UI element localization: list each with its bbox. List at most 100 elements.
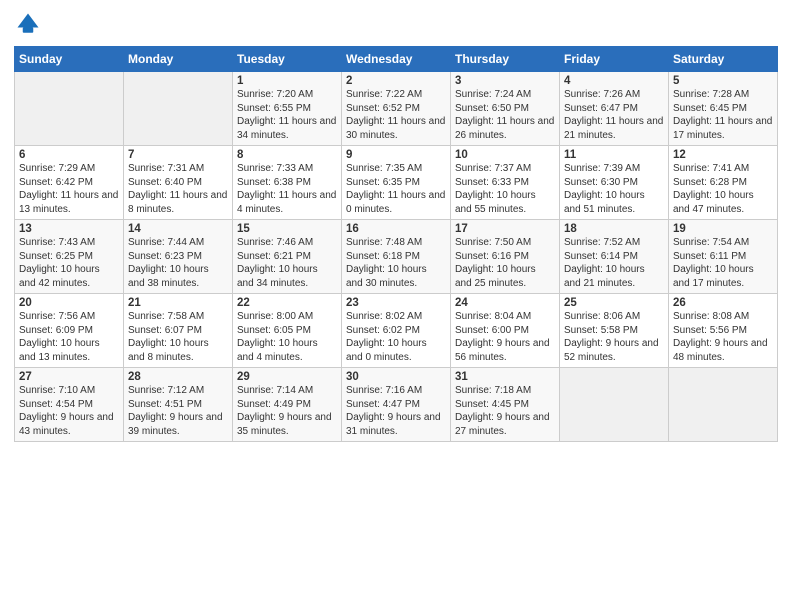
day-info: Sunrise: 7:24 AM Sunset: 6:50 PM Dayligh… — [455, 88, 555, 142]
day-info: Sunrise: 7:43 AM Sunset: 6:25 PM Dayligh… — [19, 236, 119, 290]
calendar-day-cell: 29Sunrise: 7:14 AM Sunset: 4:49 PM Dayli… — [233, 368, 342, 442]
day-info: Sunrise: 8:06 AM Sunset: 5:58 PM Dayligh… — [564, 310, 664, 364]
day-number: 25 — [564, 297, 664, 309]
day-number: 26 — [673, 297, 773, 309]
calendar-week-row: 1Sunrise: 7:20 AM Sunset: 6:55 PM Daylig… — [15, 72, 778, 146]
calendar-day-cell: 24Sunrise: 8:04 AM Sunset: 6:00 PM Dayli… — [451, 294, 560, 368]
calendar-day-cell — [669, 368, 778, 442]
day-number: 20 — [19, 297, 119, 309]
calendar-day-cell — [15, 72, 124, 146]
day-number: 7 — [128, 149, 228, 161]
day-info: Sunrise: 7:48 AM Sunset: 6:18 PM Dayligh… — [346, 236, 446, 290]
day-info: Sunrise: 7:58 AM Sunset: 6:07 PM Dayligh… — [128, 310, 228, 364]
day-number: 4 — [564, 75, 664, 87]
day-info: Sunrise: 7:54 AM Sunset: 6:11 PM Dayligh… — [673, 236, 773, 290]
day-info: Sunrise: 7:44 AM Sunset: 6:23 PM Dayligh… — [128, 236, 228, 290]
day-info: Sunrise: 7:31 AM Sunset: 6:40 PM Dayligh… — [128, 162, 228, 216]
day-number: 31 — [455, 371, 555, 383]
calendar-day-cell — [560, 368, 669, 442]
calendar-day-cell: 18Sunrise: 7:52 AM Sunset: 6:14 PM Dayli… — [560, 220, 669, 294]
day-number: 30 — [346, 371, 446, 383]
day-info: Sunrise: 7:39 AM Sunset: 6:30 PM Dayligh… — [564, 162, 664, 216]
day-info: Sunrise: 7:56 AM Sunset: 6:09 PM Dayligh… — [19, 310, 119, 364]
calendar-day-cell: 14Sunrise: 7:44 AM Sunset: 6:23 PM Dayli… — [124, 220, 233, 294]
calendar-week-row: 13Sunrise: 7:43 AM Sunset: 6:25 PM Dayli… — [15, 220, 778, 294]
calendar-day-header: Wednesday — [342, 47, 451, 72]
calendar-day-header: Tuesday — [233, 47, 342, 72]
day-number: 29 — [237, 371, 337, 383]
calendar-day-cell: 15Sunrise: 7:46 AM Sunset: 6:21 PM Dayli… — [233, 220, 342, 294]
calendar-day-cell: 9Sunrise: 7:35 AM Sunset: 6:35 PM Daylig… — [342, 146, 451, 220]
day-info: Sunrise: 7:28 AM Sunset: 6:45 PM Dayligh… — [673, 88, 773, 142]
calendar-day-cell: 2Sunrise: 7:22 AM Sunset: 6:52 PM Daylig… — [342, 72, 451, 146]
calendar-day-header: Saturday — [669, 47, 778, 72]
day-number: 3 — [455, 75, 555, 87]
calendar-day-cell: 6Sunrise: 7:29 AM Sunset: 6:42 PM Daylig… — [15, 146, 124, 220]
day-number: 15 — [237, 223, 337, 235]
page-header — [14, 10, 778, 38]
calendar-day-cell: 20Sunrise: 7:56 AM Sunset: 6:09 PM Dayli… — [15, 294, 124, 368]
day-info: Sunrise: 8:02 AM Sunset: 6:02 PM Dayligh… — [346, 310, 446, 364]
day-info: Sunrise: 7:12 AM Sunset: 4:51 PM Dayligh… — [128, 384, 228, 438]
calendar-day-cell: 12Sunrise: 7:41 AM Sunset: 6:28 PM Dayli… — [669, 146, 778, 220]
calendar-day-cell: 31Sunrise: 7:18 AM Sunset: 4:45 PM Dayli… — [451, 368, 560, 442]
logo — [14, 10, 46, 38]
day-number: 11 — [564, 149, 664, 161]
day-number: 23 — [346, 297, 446, 309]
day-number: 21 — [128, 297, 228, 309]
day-number: 24 — [455, 297, 555, 309]
day-number: 13 — [19, 223, 119, 235]
day-info: Sunrise: 7:46 AM Sunset: 6:21 PM Dayligh… — [237, 236, 337, 290]
day-number: 9 — [346, 149, 446, 161]
day-info: Sunrise: 7:14 AM Sunset: 4:49 PM Dayligh… — [237, 384, 337, 438]
calendar-day-cell: 23Sunrise: 8:02 AM Sunset: 6:02 PM Dayli… — [342, 294, 451, 368]
day-info: Sunrise: 7:22 AM Sunset: 6:52 PM Dayligh… — [346, 88, 446, 142]
day-info: Sunrise: 7:16 AM Sunset: 4:47 PM Dayligh… — [346, 384, 446, 438]
day-info: Sunrise: 7:35 AM Sunset: 6:35 PM Dayligh… — [346, 162, 446, 216]
calendar-day-cell: 25Sunrise: 8:06 AM Sunset: 5:58 PM Dayli… — [560, 294, 669, 368]
calendar-day-cell: 22Sunrise: 8:00 AM Sunset: 6:05 PM Dayli… — [233, 294, 342, 368]
day-number: 22 — [237, 297, 337, 309]
calendar-day-header: Monday — [124, 47, 233, 72]
day-info: Sunrise: 7:20 AM Sunset: 6:55 PM Dayligh… — [237, 88, 337, 142]
day-info: Sunrise: 8:00 AM Sunset: 6:05 PM Dayligh… — [237, 310, 337, 364]
day-number: 12 — [673, 149, 773, 161]
day-number: 16 — [346, 223, 446, 235]
day-number: 8 — [237, 149, 337, 161]
day-number: 5 — [673, 75, 773, 87]
calendar-day-cell: 28Sunrise: 7:12 AM Sunset: 4:51 PM Dayli… — [124, 368, 233, 442]
day-info: Sunrise: 7:18 AM Sunset: 4:45 PM Dayligh… — [455, 384, 555, 438]
day-number: 2 — [346, 75, 446, 87]
day-info: Sunrise: 7:37 AM Sunset: 6:33 PM Dayligh… — [455, 162, 555, 216]
calendar-week-row: 20Sunrise: 7:56 AM Sunset: 6:09 PM Dayli… — [15, 294, 778, 368]
calendar-day-cell: 5Sunrise: 7:28 AM Sunset: 6:45 PM Daylig… — [669, 72, 778, 146]
day-number: 18 — [564, 223, 664, 235]
day-number: 27 — [19, 371, 119, 383]
day-number: 6 — [19, 149, 119, 161]
day-info: Sunrise: 7:10 AM Sunset: 4:54 PM Dayligh… — [19, 384, 119, 438]
calendar-table: SundayMondayTuesdayWednesdayThursdayFrid… — [14, 46, 778, 442]
day-info: Sunrise: 8:08 AM Sunset: 5:56 PM Dayligh… — [673, 310, 773, 364]
day-info: Sunrise: 7:26 AM Sunset: 6:47 PM Dayligh… — [564, 88, 664, 142]
calendar-day-header: Friday — [560, 47, 669, 72]
day-info: Sunrise: 7:52 AM Sunset: 6:14 PM Dayligh… — [564, 236, 664, 290]
day-info: Sunrise: 7:29 AM Sunset: 6:42 PM Dayligh… — [19, 162, 119, 216]
calendar-day-cell: 11Sunrise: 7:39 AM Sunset: 6:30 PM Dayli… — [560, 146, 669, 220]
logo-icon — [14, 10, 42, 38]
day-info: Sunrise: 7:41 AM Sunset: 6:28 PM Dayligh… — [673, 162, 773, 216]
day-number: 1 — [237, 75, 337, 87]
calendar-day-cell: 1Sunrise: 7:20 AM Sunset: 6:55 PM Daylig… — [233, 72, 342, 146]
day-number: 14 — [128, 223, 228, 235]
calendar-day-header: Sunday — [15, 47, 124, 72]
calendar-day-cell: 30Sunrise: 7:16 AM Sunset: 4:47 PM Dayli… — [342, 368, 451, 442]
calendar-day-cell: 27Sunrise: 7:10 AM Sunset: 4:54 PM Dayli… — [15, 368, 124, 442]
calendar-day-cell: 7Sunrise: 7:31 AM Sunset: 6:40 PM Daylig… — [124, 146, 233, 220]
calendar-day-cell: 19Sunrise: 7:54 AM Sunset: 6:11 PM Dayli… — [669, 220, 778, 294]
day-number: 10 — [455, 149, 555, 161]
day-number: 17 — [455, 223, 555, 235]
calendar-week-row: 27Sunrise: 7:10 AM Sunset: 4:54 PM Dayli… — [15, 368, 778, 442]
calendar-day-cell: 16Sunrise: 7:48 AM Sunset: 6:18 PM Dayli… — [342, 220, 451, 294]
calendar-day-cell: 10Sunrise: 7:37 AM Sunset: 6:33 PM Dayli… — [451, 146, 560, 220]
calendar-day-header: Thursday — [451, 47, 560, 72]
calendar-day-cell: 21Sunrise: 7:58 AM Sunset: 6:07 PM Dayli… — [124, 294, 233, 368]
